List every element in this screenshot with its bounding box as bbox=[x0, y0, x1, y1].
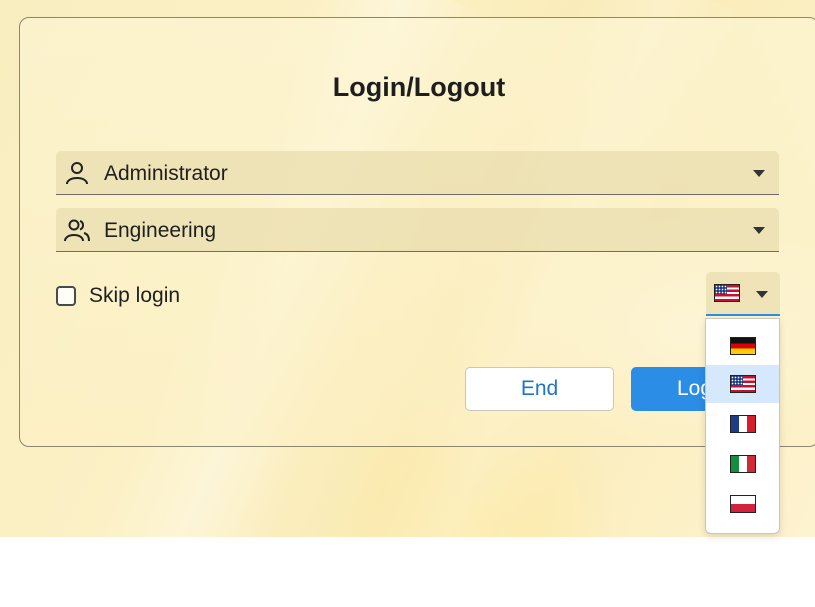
end-button[interactable]: End bbox=[465, 367, 614, 411]
group-select[interactable]: Engineering bbox=[56, 208, 779, 252]
chevron-down-icon bbox=[756, 291, 768, 298]
group-select-value: Engineering bbox=[104, 219, 217, 242]
language-option-fr[interactable] bbox=[706, 405, 779, 443]
skip-login-label: Skip login bbox=[89, 284, 181, 307]
chevron-down-icon bbox=[753, 227, 765, 234]
flag-usa-icon bbox=[714, 284, 740, 302]
language-option-it[interactable] bbox=[706, 445, 779, 483]
user-icon bbox=[66, 162, 88, 185]
language-option-us[interactable] bbox=[706, 365, 779, 403]
flag-italy-icon bbox=[730, 455, 756, 473]
flag-poland-icon bbox=[730, 495, 756, 513]
language-dropdown-list bbox=[705, 318, 780, 534]
dialog-title: Login/Logout bbox=[332, 72, 506, 102]
flag-germany-icon bbox=[730, 337, 756, 355]
user-select-value: Administrator bbox=[104, 162, 228, 185]
skip-login-checkbox[interactable] bbox=[56, 286, 76, 306]
chevron-down-icon bbox=[753, 170, 765, 177]
flag-usa-icon bbox=[730, 375, 756, 393]
language-select[interactable] bbox=[706, 272, 780, 316]
user-select[interactable]: Administrator bbox=[56, 151, 779, 195]
language-option-pl[interactable] bbox=[706, 485, 779, 523]
language-option-de[interactable] bbox=[706, 327, 779, 365]
flag-france-icon bbox=[730, 415, 756, 433]
users-icon bbox=[64, 219, 90, 242]
